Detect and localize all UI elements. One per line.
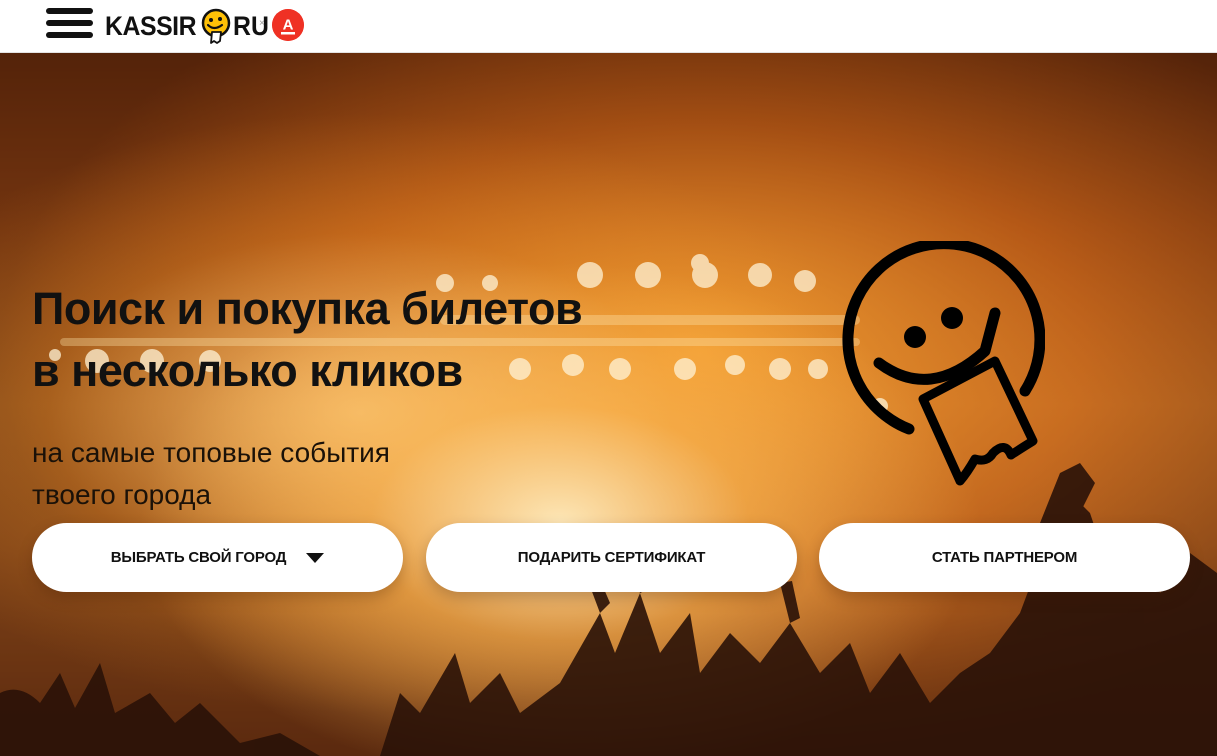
hero-subtitle-line1: на самые топовые события: [32, 437, 390, 468]
partner-separator: ×: [259, 18, 265, 29]
become-partner-button[interactable]: СТАТЬ ПАРТНЕРОМ: [819, 523, 1190, 592]
become-partner-label: СТАТЬ ПАРТНЕРОМ: [931, 549, 1078, 566]
choose-city-label: ВЫБРАТЬ СВОЙ ГОРОД: [110, 549, 287, 566]
page: KASSIR RU × А Поиск и покупка билетов в …: [0, 0, 1217, 756]
hero-title: Поиск и покупка билетов в несколько клик…: [32, 278, 672, 402]
alfa-bank-logo-icon[interactable]: А: [272, 9, 304, 41]
logo-text-left: KASSIR: [105, 10, 197, 41]
hero-title-line1: Поиск и покупка билетов: [32, 283, 583, 334]
hero-subtitle: на самые топовые события твоего города: [32, 432, 452, 516]
hero-banner: Поиск и покупка билетов в несколько клик…: [0, 53, 1217, 756]
alfa-bank-logo-letter: А: [283, 17, 294, 34]
choose-city-button[interactable]: ВЫБРАТЬ СВОЙ ГОРОД: [32, 523, 403, 592]
hero-title-line2: в несколько кликов: [32, 345, 463, 396]
smiley-ticket-icon: [842, 241, 1045, 486]
smiley-ticket-icon: [201, 8, 231, 44]
kassir-logo[interactable]: KASSIR RU: [105, 6, 272, 46]
caret-down-icon: [306, 552, 325, 563]
hero-subtitle-line2: твоего города: [32, 479, 212, 510]
header: KASSIR RU × А: [0, 0, 1217, 53]
gift-certificate-label: ПОДАРИТЬ СЕРТИФИКАТ: [517, 549, 706, 566]
gift-certificate-button[interactable]: ПОДАРИТЬ СЕРТИФИКАТ: [426, 523, 797, 592]
hamburger-menu-icon[interactable]: [46, 8, 93, 40]
